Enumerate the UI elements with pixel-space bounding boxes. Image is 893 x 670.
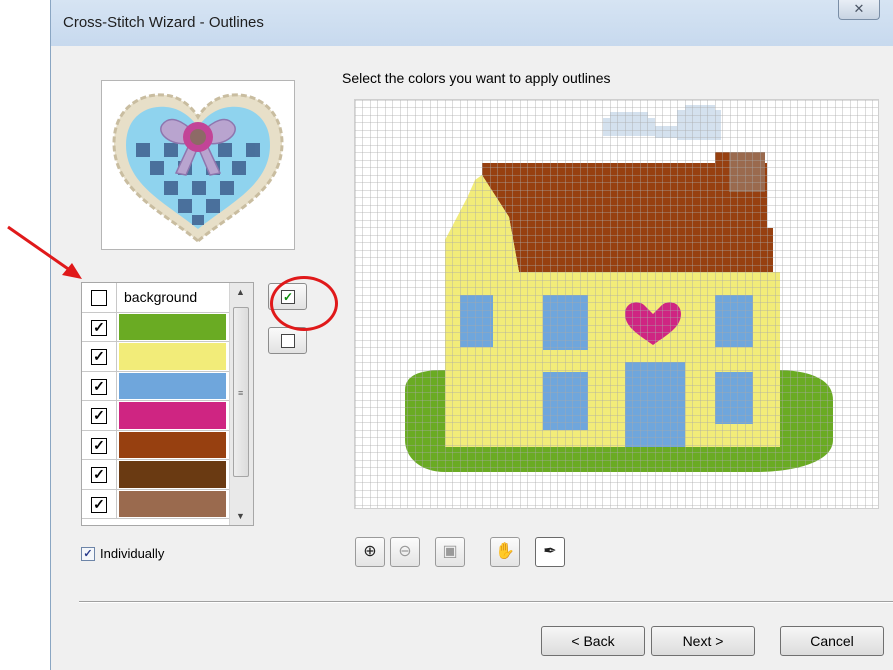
color-checkbox[interactable]: ✓ bbox=[91, 319, 107, 336]
zoom-out-button[interactable]: ⊖ bbox=[390, 537, 420, 567]
color-checkbox[interactable]: ✓ bbox=[91, 349, 107, 365]
color-checkbox[interactable]: ✓ bbox=[91, 496, 107, 513]
color-checkbox[interactable]: ✓ bbox=[91, 467, 107, 483]
close-icon: ✕ bbox=[853, 1, 865, 16]
color-swatch bbox=[119, 402, 226, 429]
title-bar: Cross-Stitch Wizard - Outlines ✕ bbox=[51, 0, 893, 46]
footer-separator bbox=[79, 601, 893, 603]
individually-label: Individually bbox=[100, 546, 165, 561]
list-item[interactable]: ✓ bbox=[82, 489, 253, 519]
dialog-body: background ✓ ✓ ✓ ✓ ✓ ✓ ✓ ▲ ≡ ▼ ✓ ✓ Indiv… bbox=[51, 46, 893, 670]
list-item[interactable]: ✓ bbox=[82, 401, 253, 431]
color-swatch bbox=[119, 313, 226, 340]
color-label-cell bbox=[118, 460, 227, 489]
color-swatch bbox=[119, 490, 226, 517]
empty-box-icon bbox=[281, 334, 295, 348]
scroll-up-icon[interactable]: ▲ bbox=[236, 287, 245, 297]
eyedropper-button[interactable]: ✒ bbox=[535, 537, 565, 567]
grid-overlay bbox=[355, 100, 878, 508]
back-button[interactable]: < Back bbox=[541, 626, 645, 656]
scroll-thumb[interactable]: ≡ bbox=[233, 307, 249, 477]
color-label: background bbox=[124, 289, 198, 305]
annotation-arrow bbox=[7, 225, 82, 279]
checkbox-cell: ✓ bbox=[82, 312, 117, 341]
zoom-fit-icon: ▣ bbox=[442, 543, 458, 560]
color-label-cell bbox=[118, 313, 227, 342]
color-checkbox[interactable]: ✓ bbox=[91, 378, 107, 395]
heart-preview-image bbox=[112, 93, 284, 243]
checkbox-cell: ✓ bbox=[82, 460, 117, 489]
hand-pan-button[interactable]: ✋ bbox=[490, 537, 520, 567]
checkbox-cell: ✓ bbox=[82, 342, 117, 371]
checkbox-cell: ✓ bbox=[82, 371, 117, 400]
zoom-out-icon: ⊖ bbox=[398, 543, 412, 560]
grip-icon: ≡ bbox=[238, 388, 244, 398]
color-label-cell bbox=[118, 342, 227, 371]
zoom-in-icon: ⊕ bbox=[363, 543, 377, 560]
color-swatch bbox=[119, 343, 226, 370]
color-swatch bbox=[119, 431, 226, 458]
next-button[interactable]: Next > bbox=[651, 626, 755, 656]
zoom-fit-button[interactable]: ▣ bbox=[435, 537, 465, 567]
color-label-cell bbox=[118, 490, 227, 519]
design-preview bbox=[101, 80, 295, 250]
individually-checkbox[interactable]: ✓ bbox=[81, 546, 95, 561]
checkbox-cell: ✓ bbox=[82, 489, 117, 518]
color-checkbox[interactable]: ✓ bbox=[91, 437, 107, 454]
close-button[interactable]: ✕ bbox=[838, 0, 880, 20]
color-checkbox[interactable]: ✓ bbox=[91, 408, 107, 424]
list-item[interactable]: background bbox=[82, 283, 253, 313]
stitch-grid[interactable] bbox=[355, 100, 878, 508]
individually-option[interactable]: ✓ Individually bbox=[81, 546, 164, 561]
color-label-cell: background bbox=[118, 283, 227, 312]
window-title: Cross-Stitch Wizard - Outlines bbox=[63, 14, 264, 31]
zoom-in-button[interactable]: ⊕ bbox=[355, 537, 385, 567]
color-swatch bbox=[119, 461, 226, 488]
color-swatch bbox=[119, 372, 226, 399]
list-item[interactable]: ✓ bbox=[82, 371, 253, 401]
list-item[interactable]: ✓ bbox=[82, 342, 253, 372]
design-canvas[interactable] bbox=[354, 99, 879, 509]
list-scrollbar[interactable]: ▲ ≡ ▼ bbox=[229, 283, 253, 525]
checkbox-cell: ✓ bbox=[82, 401, 117, 430]
list-item[interactable]: ✓ bbox=[82, 312, 253, 342]
checkbox-cell: ✓ bbox=[82, 430, 117, 459]
instruction-text: Select the colors you want to apply outl… bbox=[342, 70, 611, 86]
color-label-cell bbox=[118, 401, 227, 430]
eyedropper-icon: ✒ bbox=[543, 543, 557, 560]
wizard-dialog: Cross-Stitch Wizard - Outlines ✕ backgro… bbox=[50, 0, 893, 670]
scroll-down-icon[interactable]: ▼ bbox=[236, 511, 245, 521]
list-item[interactable]: ✓ bbox=[82, 430, 253, 460]
list-item[interactable]: ✓ bbox=[82, 460, 253, 490]
cancel-button[interactable]: Cancel bbox=[780, 626, 884, 656]
outline-color-list: background ✓ ✓ ✓ ✓ ✓ ✓ ✓ ▲ ≡ ▼ bbox=[81, 282, 254, 526]
uncheck-all-button[interactable] bbox=[268, 327, 307, 354]
highlight-circle bbox=[270, 276, 338, 331]
color-label-cell bbox=[118, 431, 227, 460]
hand-pan-icon: ✋ bbox=[495, 543, 515, 560]
color-label-cell bbox=[118, 372, 227, 401]
